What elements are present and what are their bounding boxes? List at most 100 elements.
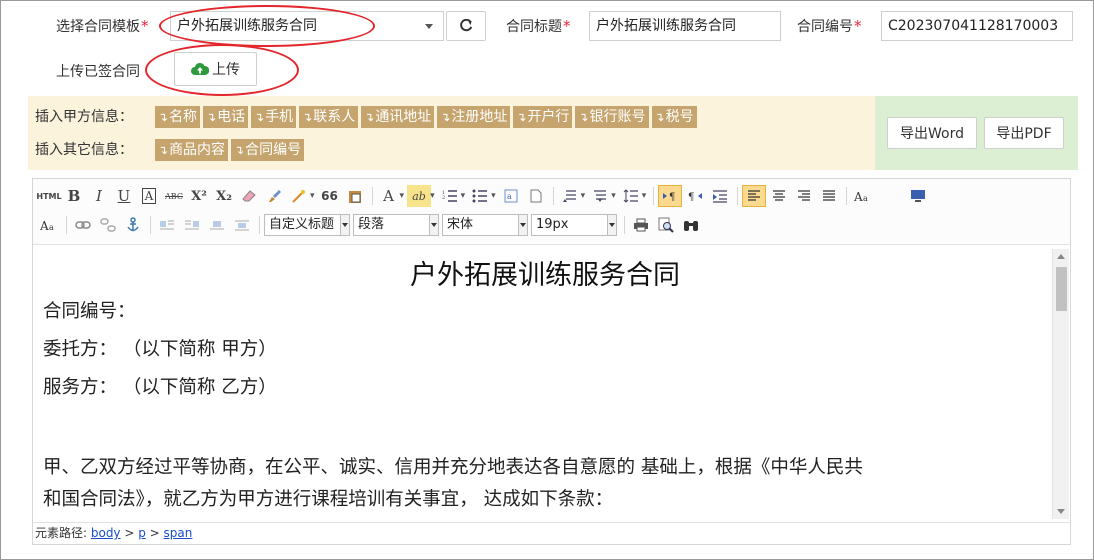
rtl-icon: ¶ <box>688 192 703 202</box>
paste-text-icon <box>348 191 361 203</box>
title-input-value: 户外拓展训练服务合同 <box>596 18 736 34</box>
chevron-down-icon[interactable]: ▾ <box>430 191 435 201</box>
bold-button[interactable]: B <box>62 185 86 207</box>
path-separator: > <box>145 526 164 540</box>
unlink-button[interactable] <box>96 214 120 236</box>
export-word-button[interactable]: 导出Word <box>887 117 977 149</box>
new-page-button[interactable] <box>524 185 548 207</box>
format-brush-button[interactable] <box>262 185 286 207</box>
direction-ltr-button[interactable]: ¶ <box>658 185 683 207</box>
find-replace-button[interactable] <box>679 214 703 236</box>
refresh-button[interactable] <box>446 11 486 41</box>
other-info-label: 插入其它信息： <box>35 142 133 158</box>
image-right-button[interactable] <box>180 214 204 236</box>
party-a-label: 插入甲方信息： <box>35 109 133 125</box>
case-convert-2-button[interactable]: Aa <box>37 214 61 236</box>
number-input-value: C202307041128170003 <box>888 18 1059 34</box>
chevron-down-icon <box>425 24 433 29</box>
image-none-button[interactable] <box>205 214 229 236</box>
heading-select-value: 自定义标题 <box>269 217 335 232</box>
print-button[interactable] <box>629 214 653 236</box>
subscript-button[interactable]: X₂ <box>212 185 236 207</box>
highlight-button[interactable]: ab <box>407 185 432 207</box>
path-body-link[interactable]: body <box>91 526 121 540</box>
insert-tag-mobile[interactable]: ↴手机 <box>251 106 297 128</box>
editor-scrollbar[interactable] <box>1052 249 1069 519</box>
image-center-button[interactable] <box>230 214 254 236</box>
eraser-button[interactable] <box>237 185 261 207</box>
insert-tag-bank[interactable]: ↴开户行 <box>513 106 573 128</box>
align-center-button[interactable] <box>767 185 791 207</box>
image-left-button[interactable] <box>155 214 179 236</box>
link-button[interactable] <box>71 214 95 236</box>
italic-button[interactable]: I <box>87 185 111 207</box>
preview-icon <box>658 217 674 233</box>
scroll-down-icon[interactable] <box>1057 509 1065 514</box>
insert-tag-tax-id[interactable]: ↴税号 <box>651 106 697 128</box>
path-p-link[interactable]: p <box>138 526 146 540</box>
svg-text:A: A <box>40 219 49 232</box>
strikethrough-button[interactable]: ABC <box>162 185 186 207</box>
export-pdf-button[interactable]: 导出PDF <box>984 117 1064 149</box>
case-convert-button[interactable]: Aa <box>851 185 875 207</box>
magic-button[interactable] <box>287 185 311 207</box>
fullscreen-button[interactable] <box>906 185 930 207</box>
superscript-button[interactable]: X² <box>187 185 211 207</box>
insert-tag-contact[interactable]: ↴联系人 <box>299 106 359 128</box>
line-height-button[interactable] <box>619 185 643 207</box>
insert-tag-goods[interactable]: ↴商品内容 <box>155 139 229 161</box>
blockquote-button[interactable]: 66 <box>318 185 342 207</box>
insert-tag-bank-account[interactable]: ↴银行账号 <box>575 106 649 128</box>
scroll-thumb[interactable] <box>1056 267 1067 311</box>
underline-button[interactable]: U <box>112 185 136 207</box>
anchor-button[interactable] <box>121 214 145 236</box>
number-input[interactable]: C202307041128170003 <box>881 11 1073 41</box>
format-brush-icon <box>269 190 281 202</box>
paragraph-select[interactable]: 段落 <box>353 214 439 236</box>
align-right-icon <box>798 190 811 201</box>
align-left-button[interactable] <box>742 185 767 207</box>
toolbar-row-1: HTML B I U A ABC X² X₂ ▾ 66 A ▾ ab ▾ 12 … <box>36 184 931 208</box>
editor-content[interactable]: 户外拓展训练服务合同 合同编号： 委托方： （以下简称 甲方） 服务方： （以下… <box>43 249 1047 519</box>
inline-code-button[interactable]: a <box>499 185 523 207</box>
spacing-bottom-icon <box>594 190 607 202</box>
toolbar-row-2: Aa 自定义标题 段落 宋体 19px <box>37 213 704 237</box>
code-icon: a <box>504 189 518 203</box>
insert-tag-phone[interactable]: ↴电话 <box>203 106 249 128</box>
chevron-down-icon[interactable]: ▾ <box>581 191 586 201</box>
chevron-down-icon[interactable]: ▾ <box>310 191 315 201</box>
ordered-list-button[interactable]: 12 <box>438 185 462 207</box>
font-color-button[interactable]: A <box>377 185 401 207</box>
doc-line-contract-number: 合同编号： <box>43 301 136 322</box>
scroll-up-icon[interactable] <box>1057 254 1065 259</box>
insert-tag-registered-address[interactable]: ↴注册地址 <box>437 106 511 128</box>
preview-button[interactable] <box>654 214 678 236</box>
chevron-down-icon[interactable]: ▾ <box>461 191 466 201</box>
align-right-button[interactable] <box>792 185 816 207</box>
row-spacing-top-button[interactable] <box>558 185 582 207</box>
align-justify-button[interactable] <box>817 185 841 207</box>
paste-text-button[interactable] <box>343 185 367 207</box>
chevron-down-icon[interactable]: ▾ <box>400 191 405 201</box>
chevron-down-icon[interactable]: ▾ <box>491 191 496 201</box>
font-size-select[interactable]: 19px <box>531 214 617 236</box>
path-span-link[interactable]: span <box>164 526 193 540</box>
font-border-button[interactable]: A <box>137 185 161 207</box>
title-label: 合同标题* <box>506 17 571 35</box>
font-family-select[interactable]: 宋体 <box>442 214 528 236</box>
insert-tag-name[interactable]: ↴名称 <box>155 106 201 128</box>
doc-line-body-1: 甲、乙双方经过平等协商，在公平、诚实、信用并充分地表达各自意愿的 基础上，根据《… <box>43 457 863 478</box>
indent-button[interactable] <box>708 185 732 207</box>
svg-text:a: a <box>863 194 868 203</box>
heading-select[interactable]: 自定义标题 <box>264 214 350 236</box>
insert-tag-contract-number[interactable]: ↴合同编号 <box>231 139 305 161</box>
chevron-down-icon[interactable]: ▾ <box>611 191 616 201</box>
title-input[interactable]: 户外拓展训练服务合同 <box>589 11 781 41</box>
html-source-button[interactable]: HTML <box>36 185 61 207</box>
insert-tag-mail-address[interactable]: ↴通讯地址 <box>361 106 435 128</box>
row-spacing-bottom-button[interactable] <box>588 185 612 207</box>
unordered-list-button[interactable] <box>468 185 492 207</box>
toolbar-separator <box>624 216 625 234</box>
chevron-down-icon[interactable]: ▾ <box>642 191 647 201</box>
direction-rtl-button[interactable]: ¶ <box>683 185 707 207</box>
